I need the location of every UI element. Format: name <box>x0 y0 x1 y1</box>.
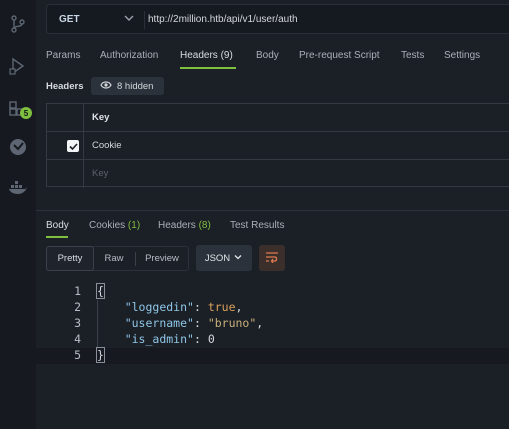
http-method-select[interactable]: GET <box>59 14 80 25</box>
tab-test-results[interactable]: Test Results <box>230 220 284 231</box>
active-tab-underline <box>180 67 236 69</box>
tab-body[interactable]: Body <box>256 50 279 61</box>
raw-button[interactable]: Raw <box>95 247 133 270</box>
code-line: 4 "is_admin": 0 <box>74 332 215 346</box>
eye-icon <box>100 80 112 93</box>
format-select[interactable]: JSON <box>196 245 252 271</box>
chevron-down-icon <box>233 252 243 265</box>
url-divider <box>144 11 145 29</box>
show-hidden-headers-button[interactable]: 8 hidden <box>91 77 164 95</box>
table-row-new: Key <box>47 160 509 188</box>
tab-response-cookies[interactable]: Cookies (1) <box>89 220 140 231</box>
extensions-badge: 5 <box>20 107 32 119</box>
request-url-bar: GET http://2million.htb/api/v1/user/auth <box>46 4 509 34</box>
wrap-icon <box>265 251 279 266</box>
active-response-tab-underline <box>46 236 68 238</box>
view-mode-group: Pretty Raw Preview <box>46 246 189 271</box>
format-label: JSON <box>204 252 231 264</box>
tab-response-body[interactable]: Body <box>46 220 69 231</box>
hidden-count-label: 8 hidden <box>117 80 154 92</box>
url-input[interactable]: http://2million.htb/api/v1/user/auth <box>148 14 298 25</box>
new-key-input[interactable]: Key <box>92 168 108 179</box>
code-line-active: 5 } <box>36 347 509 364</box>
clock-icon[interactable] <box>8 137 28 157</box>
pretty-button[interactable]: Pretty <box>46 246 94 271</box>
panel-divider[interactable] <box>36 210 509 211</box>
headers-table: Key Cookie Key <box>46 103 509 188</box>
tab-authorization[interactable]: Authorization <box>100 50 158 61</box>
preview-button[interactable]: Preview <box>136 247 188 270</box>
runner-icon[interactable] <box>8 56 28 76</box>
tab-headers[interactable]: Headers (9) <box>180 50 233 61</box>
code-line: 1 { <box>74 283 105 299</box>
table-header-row: Key <box>47 104 509 132</box>
activity-sidebar: 5 <box>0 0 36 429</box>
header-enabled-checkbox[interactable] <box>67 140 79 152</box>
tab-settings[interactable]: Settings <box>444 50 480 61</box>
table-row: Cookie <box>47 132 509 160</box>
column-header-key: Key <box>92 112 110 123</box>
tab-response-headers[interactable]: Headers (8) <box>158 220 211 231</box>
tab-params[interactable]: Params <box>46 50 80 61</box>
branch-icon[interactable] <box>8 14 28 34</box>
headers-label: Headers <box>46 81 84 92</box>
header-key-cookie[interactable]: Cookie <box>92 140 122 151</box>
wrap-lines-button[interactable] <box>259 245 285 271</box>
docker-icon[interactable] <box>8 177 28 197</box>
tab-pre-request-script[interactable]: Pre-request Script <box>299 50 380 61</box>
chevron-down-icon[interactable] <box>123 12 135 27</box>
code-line: 2 "loggedin": true, <box>74 300 243 314</box>
code-line: 3 "username": "bruno", <box>74 316 264 330</box>
tab-tests[interactable]: Tests <box>401 50 424 61</box>
